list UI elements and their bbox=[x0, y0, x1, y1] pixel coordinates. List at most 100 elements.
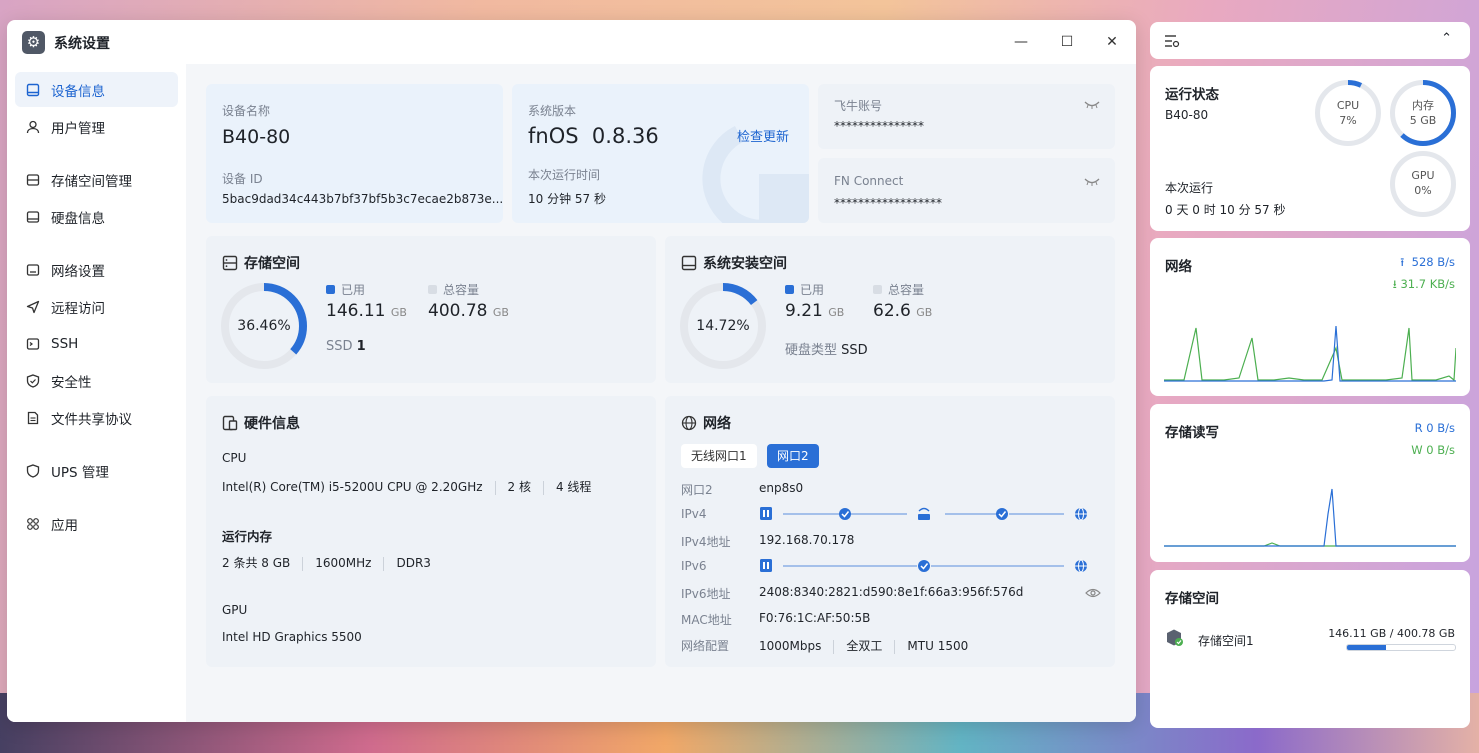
sidebar-item-label: UPS 管理 bbox=[51, 464, 109, 481]
sidebar-item-ssh[interactable]: SSH bbox=[15, 326, 178, 361]
disk-read-rate: R 0 B/s bbox=[1414, 421, 1455, 435]
runtime-status-title: 运行状态 bbox=[1165, 87, 1219, 103]
shield-icon bbox=[25, 373, 41, 389]
version-label: 系统版本 bbox=[528, 104, 577, 118]
network-widget-title: 网络 bbox=[1165, 259, 1192, 275]
gpu-ring-label: GPU 0% bbox=[1390, 168, 1456, 198]
disk-type: 硬盘类型 SSD bbox=[785, 339, 868, 358]
memory-size: 2 条共 8 GB bbox=[222, 556, 291, 570]
close-button[interactable]: ✕ bbox=[1101, 32, 1123, 54]
sidebar-item-label: 网络设置 bbox=[51, 263, 105, 280]
download-series-line bbox=[1164, 327, 1456, 382]
sidebar-item-label: 远程访问 bbox=[51, 300, 105, 317]
widget-settings-icon[interactable] bbox=[1164, 34, 1180, 48]
cpu-threads: 4 线程 bbox=[555, 480, 592, 494]
tab-wireless-1[interactable]: 无线网口1 bbox=[681, 444, 757, 468]
system-total-value: 62.6 GB bbox=[873, 301, 932, 321]
router-icon bbox=[918, 507, 930, 520]
gpu-model: Intel HD Graphics 5500 bbox=[222, 630, 362, 644]
memory-info: 2 条共 8 GB 1600MHz DDR3 bbox=[222, 554, 431, 571]
disk-type-value: SSD bbox=[841, 343, 868, 358]
os-name: fnOS bbox=[528, 124, 579, 148]
collapse-icon[interactable]: ⌃ bbox=[1441, 31, 1452, 46]
sidebar-item-remote-access[interactable]: 远程访问 bbox=[15, 289, 178, 324]
feiniu-account-card: 飞牛账号 *************** bbox=[818, 84, 1115, 149]
storage-percent-text: 36.46% bbox=[237, 318, 291, 334]
storage-used-number: 146.11 bbox=[326, 301, 386, 321]
memory-label: 运行内存 bbox=[222, 529, 273, 544]
system-used-value: 9.21 GB bbox=[785, 301, 844, 321]
storage-used-legend: 已用 bbox=[326, 281, 365, 298]
network-config: 1000Mbps 全双工 MTU 1500 bbox=[759, 637, 968, 654]
fn-connect-label: FN Connect bbox=[834, 174, 904, 188]
sidebar: 设备信息 用户管理 存储空间管理 硬盘信息 网络设置 远程访问 SSH 安全性 bbox=[7, 64, 186, 722]
sidebar-item-security[interactable]: 安全性 bbox=[15, 363, 178, 398]
storage-total-unit: GB bbox=[492, 306, 509, 319]
cpu-ring-label: CPU 7% bbox=[1315, 98, 1381, 128]
fn-connect-card: FN Connect ****************** bbox=[818, 158, 1115, 223]
sidebar-item-user-management[interactable]: 用户管理 bbox=[15, 109, 178, 144]
read-series-line bbox=[1164, 488, 1456, 547]
storage-volume-progress bbox=[1346, 644, 1456, 651]
hardware-title: 硬件信息 bbox=[222, 413, 300, 433]
eye-closed-icon[interactable] bbox=[1084, 177, 1100, 187]
sidebar-item-ups[interactable]: UPS 管理 bbox=[15, 453, 178, 488]
tab-ethernet-2[interactable]: 网口2 bbox=[767, 444, 819, 468]
internet-globe-icon bbox=[1075, 507, 1087, 521]
disk-icon bbox=[681, 255, 697, 271]
cpu-ring-name: CPU bbox=[1336, 99, 1360, 112]
disk-icon bbox=[25, 209, 41, 225]
storage-total-label: 总容量 bbox=[443, 283, 480, 297]
sidebar-item-label: 应用 bbox=[51, 517, 78, 534]
ipv6-address-label: IPv6地址 bbox=[681, 587, 731, 601]
internet-globe-icon bbox=[1075, 559, 1087, 573]
ssd-count: SSD 1 bbox=[326, 339, 366, 354]
title-bar[interactable]: ⚙ 系统设置 — ☐ ✕ bbox=[7, 20, 1136, 64]
system-storage-card: 系统安装空间 14.72% 已用 9.21 GB 总容量 62.6 GB 硬盘类… bbox=[665, 236, 1115, 383]
ipv4-label: IPv4 bbox=[681, 507, 707, 521]
system-used-legend: 已用 bbox=[785, 281, 824, 298]
storage-widget: 存储空间 存储空间1 146.11 GB / 400.78 GB bbox=[1150, 570, 1470, 728]
settings-window: ⚙ 系统设置 — ☐ ✕ 设备信息 用户管理 存储空间管理 硬盘信息 网络设置 … bbox=[7, 20, 1136, 722]
server-icon bbox=[760, 507, 772, 520]
sidebar-item-device-info[interactable]: 设备信息 bbox=[15, 72, 178, 107]
maximize-button[interactable]: ☐ bbox=[1056, 32, 1078, 54]
system-total-legend: 总容量 bbox=[873, 281, 924, 298]
storage-volume-progress-fill bbox=[1347, 645, 1387, 650]
sidebar-item-file-sharing[interactable]: 文件共享协议 bbox=[15, 400, 178, 435]
check-update-link[interactable]: 检查更新 bbox=[737, 126, 789, 145]
upload-rate: ⭱ 528 B/s bbox=[1400, 255, 1455, 274]
eye-icon[interactable] bbox=[1085, 587, 1101, 599]
hardware-title-text: 硬件信息 bbox=[244, 416, 300, 432]
download-rate: ⭳ 31.7 KB/s bbox=[1393, 277, 1455, 296]
storage-used-unit: GB bbox=[390, 306, 407, 319]
sidebar-item-storage-management[interactable]: 存储空间管理 bbox=[15, 162, 178, 197]
memory-type: DDR3 bbox=[396, 556, 431, 570]
version-value: fnOS 0.8.36 bbox=[528, 124, 659, 148]
storage-icon bbox=[25, 172, 41, 188]
system-total-label: 总容量 bbox=[888, 283, 925, 297]
memory-ring-value: 5 GB bbox=[1409, 114, 1437, 127]
storage-widget-title: 存储空间 bbox=[1165, 591, 1219, 607]
eye-closed-icon[interactable] bbox=[1084, 100, 1100, 110]
ipv6-address: 2408:8340:2821:d590:8e1f:66a3:956f:576d bbox=[759, 585, 1024, 599]
sidebar-item-network-settings[interactable]: 网络设置 bbox=[15, 252, 178, 287]
system-storage-title: 系统安装空间 bbox=[681, 253, 787, 273]
sidebar-item-apps[interactable]: 应用 bbox=[15, 506, 178, 541]
server-icon bbox=[760, 559, 772, 572]
system-used-unit: GB bbox=[828, 306, 845, 319]
memory-frequency: 1600MHz bbox=[315, 556, 372, 570]
memory-ring-label: 内存 5 GB bbox=[1390, 98, 1456, 128]
os-version: 0.8.36 bbox=[591, 124, 659, 148]
sidebar-item-disk-info[interactable]: 硬盘信息 bbox=[15, 199, 178, 234]
runtime-uptime-label: 本次运行 bbox=[1165, 181, 1214, 195]
storage-volume-icon bbox=[1167, 629, 1183, 646]
link-speed: 1000Mbps bbox=[759, 639, 822, 653]
minimize-button[interactable]: — bbox=[1010, 32, 1032, 54]
sidebar-item-label: 存储空间管理 bbox=[51, 173, 132, 190]
storage-card: 存储空间 36.46% 已用 146.11 GB 总容量 400.78 GB S… bbox=[206, 236, 656, 383]
apps-icon bbox=[25, 516, 41, 532]
storage-used-value: 146.11 GB bbox=[326, 301, 407, 321]
storage-used-label: 已用 bbox=[341, 283, 366, 297]
cpu-model: Intel(R) Core(TM) i5-5200U CPU @ 2.20GHz bbox=[222, 480, 483, 494]
